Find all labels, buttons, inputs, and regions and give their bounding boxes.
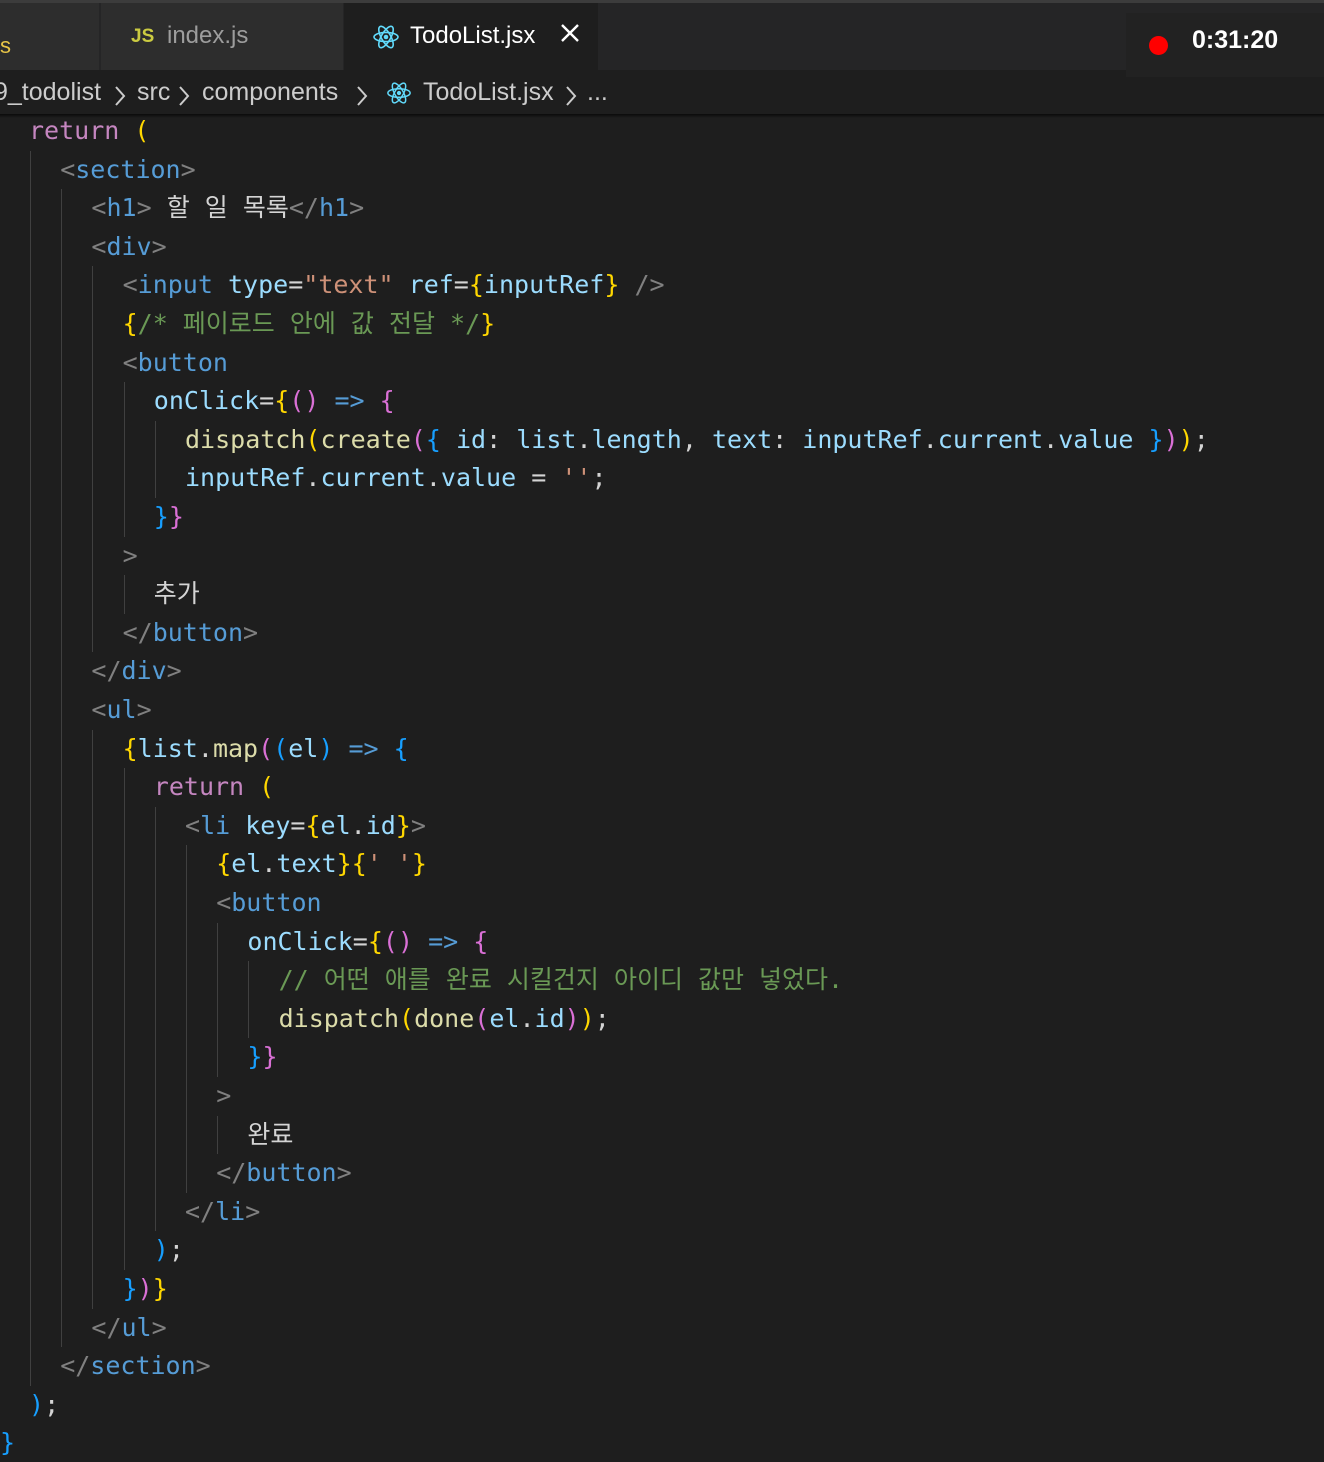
code-line: > xyxy=(216,1081,232,1110)
indent-guide xyxy=(61,189,63,1348)
react-icon xyxy=(373,25,399,49)
code-line: > xyxy=(122,540,138,570)
code-line: return ( xyxy=(29,116,150,145)
breadcrumb-item[interactable]: TodoList.jsx xyxy=(423,78,554,107)
code-line: dispatch(create({ id: list.length, text:… xyxy=(185,424,1209,454)
code-line: <button xyxy=(122,347,228,377)
breadcrumb-item[interactable]: 9_todolist xyxy=(0,78,101,107)
code-line: </li> xyxy=(185,1196,261,1226)
code-line: {el.text}{' '} xyxy=(216,849,427,879)
code-line: <h1> 할 일 목록</h1> xyxy=(91,193,365,223)
indent-guide xyxy=(92,729,94,1309)
code-line: dispatch(done(el.id)); xyxy=(278,1003,610,1033)
indent-guide xyxy=(92,266,94,653)
tab-label: index.js xyxy=(167,22,249,49)
tab-todolist-jsx[interactable]: TodoList.jsx xyxy=(344,3,598,70)
code-line: ); xyxy=(153,1235,184,1265)
code-line: <div> xyxy=(91,231,167,261)
breadcrumb-item[interactable]: ... xyxy=(587,78,608,107)
indent-guide xyxy=(217,922,219,1077)
code-line: {/* 페이로드 안에 값 전달 */} xyxy=(122,309,496,338)
code-line: 추가 xyxy=(153,579,200,609)
code-line: // 어떤 애를 완료 시킬건지 아이디 값만 넣었다. xyxy=(278,965,844,995)
code-line: }} xyxy=(153,502,184,531)
code-line: inputRef.current.value = ''; xyxy=(185,463,607,493)
code-line: <section> xyxy=(60,154,196,184)
indent-guide xyxy=(123,768,125,1270)
indent-guide xyxy=(154,420,156,498)
code-line: onClick={() => { xyxy=(153,386,395,416)
code-line: 완료 xyxy=(247,1119,294,1149)
react-icon xyxy=(387,82,411,104)
chevron-right-icon xyxy=(179,86,190,106)
tab-label: TodoList.jsx xyxy=(410,22,536,49)
chevron-right-icon xyxy=(566,86,577,106)
recording-time: 0:31:20 xyxy=(1192,26,1279,54)
chevron-right-icon xyxy=(115,86,126,106)
tab-index-js[interactable]: JS index.js xyxy=(101,3,343,70)
code-line: <button xyxy=(216,888,322,917)
indent-guide xyxy=(154,806,156,1232)
code-line: }} xyxy=(247,1042,278,1072)
code-line: } xyxy=(0,1428,16,1458)
breadcrumb-item[interactable]: components xyxy=(202,78,338,107)
code-line: </section> xyxy=(60,1351,211,1381)
code-line: </button> xyxy=(216,1158,352,1188)
indent-guide xyxy=(30,150,31,1386)
code-line: return ( xyxy=(153,772,275,802)
indent-guide xyxy=(186,845,187,1193)
breadcrumb: 9_todolist src components TodoList.jsx .… xyxy=(0,74,1324,114)
code-line: </button> xyxy=(122,617,259,647)
code-line: {list.map((el) => { xyxy=(122,733,409,763)
tab-partial[interactable]: s xyxy=(0,3,100,70)
indent-guide xyxy=(123,575,125,614)
breadcrumb-item[interactable]: src xyxy=(137,78,170,107)
chevron-right-icon xyxy=(357,86,368,106)
js-icon: JS xyxy=(131,26,155,47)
code-line: </div> xyxy=(91,656,182,686)
close-icon[interactable] xyxy=(557,20,583,46)
code-line: <input type="text" ref={inputRef} /> xyxy=(122,270,665,300)
code-line: <ul> xyxy=(91,695,152,724)
indent-guide xyxy=(248,961,250,1039)
code-line: <li key={el.id}> xyxy=(185,810,426,840)
partial-tab-glyph: s xyxy=(0,33,11,58)
record-dot-icon xyxy=(1149,36,1168,55)
breadcrumb-shadow xyxy=(0,114,1324,118)
code-line: </ul> xyxy=(91,1312,167,1342)
code-line: onClick={() => { xyxy=(247,926,489,956)
code-line: ); xyxy=(29,1389,60,1419)
indent-guide xyxy=(123,382,125,537)
indent-guide xyxy=(217,1115,219,1155)
code-line: })} xyxy=(122,1274,168,1303)
recording-indicator: 0:31:20 xyxy=(1126,13,1324,77)
